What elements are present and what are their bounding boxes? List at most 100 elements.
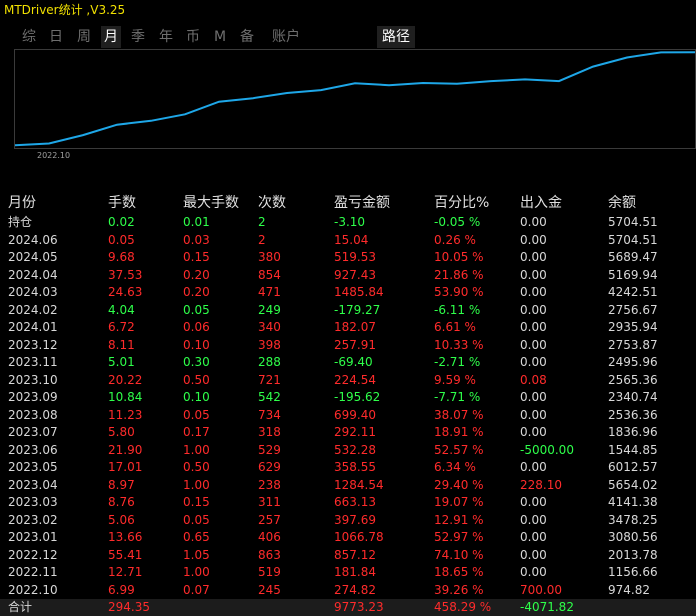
table-cell: 0.03	[183, 232, 210, 247]
table-cell: 2023.07	[8, 425, 58, 439]
table-cell: 13.66	[108, 530, 143, 544]
table-cell: 2565.36	[608, 372, 658, 387]
table-row: 持仓 0.02 0.01 2 -3.10 -0.05 % 0.00 5704.51	[0, 214, 696, 232]
table-cell: 863	[258, 547, 281, 562]
table-cell: 4.04	[108, 302, 135, 317]
table-cell: 2023.04	[8, 477, 58, 492]
table-cell: 5.80	[108, 425, 135, 439]
table-cell: 2024.05	[8, 250, 58, 264]
table-cell: 5169.94	[608, 267, 658, 282]
table-cell: 11.23	[108, 407, 143, 422]
tab-1[interactable]: 日	[47, 26, 65, 48]
table-cell: 52.57 %	[434, 442, 484, 457]
table-cell: -179.27	[334, 302, 381, 317]
table-cell: 380	[258, 250, 281, 264]
table-cell: 0.10	[183, 337, 210, 352]
table-cell: 2023.03	[8, 495, 58, 509]
table-cell: 1156.66	[608, 565, 658, 579]
table-row: 2024.05 9.68 0.15 380 519.53 10.05 % 0.00 5689.…	[0, 249, 696, 267]
table-cell: 734	[258, 407, 281, 422]
table-cell: 257	[258, 512, 281, 527]
table-cell: 0.00	[520, 495, 547, 509]
table-cell: 2024.03	[8, 285, 58, 299]
table-cell: 2023.06	[8, 442, 58, 457]
column-header: 百分比%	[434, 195, 490, 211]
table-row: 2023.08 11.23 0.05 734 699.40 38.07 % 0.00 2536…	[0, 407, 696, 425]
table-cell: 311	[258, 495, 281, 509]
table-cell: 2023.12	[8, 337, 58, 352]
tab-3[interactable]: 月	[101, 26, 121, 48]
table-cell: 6012.57	[608, 460, 658, 474]
table-cell: 0.26 %	[434, 232, 476, 247]
table-cell: 854	[258, 267, 281, 282]
equity-chart-svg: 2022.10	[14, 49, 696, 160]
x-tick-label: 2022.10	[37, 151, 70, 160]
tab-7[interactable]: M	[211, 26, 229, 48]
table-cell: 0.05	[183, 512, 210, 527]
table-cell: 4242.51	[608, 285, 658, 299]
table-cell: 0.00	[520, 547, 547, 562]
table-cell: 2023.02	[8, 512, 58, 527]
table-cell: 9.68	[108, 250, 135, 264]
table-cell: 2013.78	[608, 547, 658, 562]
column-header: 月份	[8, 195, 36, 211]
tab-6[interactable]: 币	[184, 26, 202, 48]
table-cell: 1.00	[183, 565, 210, 579]
table-cell: 2023.09	[8, 390, 58, 404]
table-cell: -6.11 %	[434, 302, 481, 317]
table-cell: 471	[258, 285, 281, 299]
table-cell: 12.91 %	[434, 512, 484, 527]
table-row: 2022.12 55.41 1.05 863 857.12 74.10 % 0.00 2013…	[0, 547, 696, 565]
table-cell: 1284.54	[334, 477, 384, 492]
table-cell: 5.01	[108, 355, 135, 369]
table-cell: 0.00	[520, 390, 547, 404]
column-header: 次数	[258, 195, 286, 211]
table-cell: 4141.38	[608, 495, 658, 509]
table-cell: 0.07	[183, 582, 210, 597]
table-cell: 0.00	[520, 320, 547, 334]
table-cell: 629	[258, 460, 281, 474]
table-cell: -7.71 %	[434, 390, 481, 404]
table-cell: -3.10	[334, 215, 366, 229]
table-cell: 2023.05	[8, 460, 58, 474]
tab-0[interactable]: 综	[20, 26, 38, 48]
table-cell: 2023.10	[8, 372, 58, 387]
table-cell: 0.00	[520, 425, 547, 439]
tab-9[interactable]: 账户	[268, 26, 304, 48]
table-cell: 1066.78	[334, 530, 384, 544]
table-cell: 1.00	[183, 477, 210, 492]
table-cell: 238	[258, 477, 281, 492]
path-button[interactable]: 路径	[377, 26, 415, 48]
table-cell: 5704.51	[608, 215, 658, 229]
table-row: 2024.03 24.63 0.20 471 1485.84 53.90 % 0.00 424…	[0, 284, 696, 302]
tab-5[interactable]: 年	[157, 26, 175, 48]
table-cell: 699.40	[334, 407, 376, 422]
table-cell: 20.22	[108, 372, 143, 387]
tab-2[interactable]: 周	[75, 26, 93, 48]
table-cell: 6.99	[108, 582, 135, 597]
table-cell: 0.00	[520, 337, 547, 352]
column-header: 出入金	[520, 195, 562, 211]
table-cell: 5704.51	[608, 232, 658, 247]
table-cell: 0.15	[183, 495, 210, 509]
table-cell: 55.41	[108, 547, 143, 562]
tab-4[interactable]: 季	[129, 26, 147, 48]
table-row: 2023.04 8.97 1.00 238 1284.54 29.40 % 228.10 56…	[0, 477, 696, 495]
table-cell: 721	[258, 372, 281, 387]
table-cell: 2935.94	[608, 320, 658, 334]
table-cell: -5000.00	[520, 442, 574, 457]
table-row: 2024.06 0.05 0.03 2 15.04 0.26 % 0.00 5704.51	[0, 232, 696, 250]
table-cell: 318	[258, 425, 281, 439]
table-cell: 18.91 %	[434, 425, 484, 439]
table-row: 2023.06 21.90 1.00 529 532.28 52.57 % -5000.00…	[0, 442, 696, 460]
table-cell: 397.69	[334, 512, 376, 527]
tab-8[interactable]: 备	[238, 26, 256, 48]
column-header: 手数	[108, 195, 136, 211]
column-header: 盈亏金额	[334, 195, 390, 211]
table-row: 2024.04 37.53 0.20 854 927.43 21.86 % 0.00 5169…	[0, 267, 696, 285]
table-cell: 1485.84	[334, 285, 384, 299]
table-cell: 2023.11	[8, 355, 58, 369]
table-cell: 2	[258, 232, 266, 247]
table-cell: 2	[258, 215, 266, 229]
table-cell: 2022.11	[8, 565, 58, 579]
